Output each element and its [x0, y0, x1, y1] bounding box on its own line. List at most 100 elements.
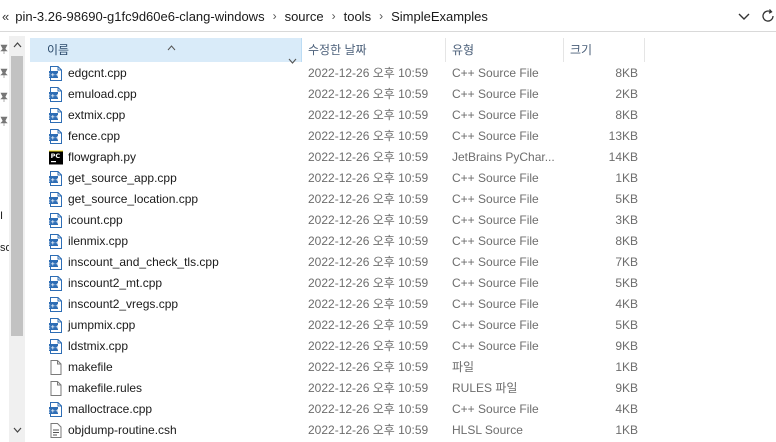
- cpp-file-icon: c++: [47, 192, 63, 207]
- file-type: C++ Source File: [452, 129, 539, 143]
- file-size: 1KB: [615, 360, 638, 374]
- svg-text:c++: c++: [49, 178, 60, 184]
- file-date-modified: 2022-12-26 오후 10:59: [308, 171, 429, 185]
- pin-icon: [0, 44, 8, 54]
- svg-text:c++: c++: [49, 199, 60, 205]
- cpp-file-icon: c++: [47, 108, 63, 123]
- breadcrumb-item-simpleexamples[interactable]: SimpleExamples: [391, 9, 488, 24]
- file-size: 8KB: [615, 234, 638, 248]
- file-type: JetBrains PyChar...: [452, 150, 555, 164]
- svg-text:c++: c++: [49, 220, 60, 226]
- file-size: 13KB: [608, 129, 638, 143]
- file-row[interactable]: c++ extmix.cpp 2022-12-26 오후 10:59 C++ Sour…: [30, 105, 776, 126]
- file-type: C++ Source File: [452, 276, 539, 290]
- file-row[interactable]: c++ inscount2_mt.cpp 2022-12-26 오후 10:59 C+…: [30, 273, 776, 294]
- file-name: get_source_app.cpp: [68, 171, 177, 185]
- refresh-icon[interactable]: [760, 8, 776, 24]
- column-header-size[interactable]: 크기: [564, 38, 645, 62]
- svg-text:c++: c++: [49, 241, 60, 247]
- file-date-modified: 2022-12-26 오후 10:59: [308, 402, 429, 416]
- file-name: edgcnt.cpp: [68, 66, 127, 80]
- file-row[interactable]: objdump-routine.csh 2022-12-26 오후 10:59 HL…: [30, 420, 776, 441]
- file-row[interactable]: makefile 2022-12-26 오후 10:59 파일 1KB: [30, 357, 776, 378]
- file-type: C++ Source File: [452, 318, 539, 332]
- svg-text:c++: c++: [49, 304, 60, 310]
- column-header-row: 이름 수정한 날짜 유형 크기: [30, 36, 776, 64]
- column-header-date[interactable]: 수정한 날짜: [302, 38, 446, 62]
- pin-icon: [0, 92, 8, 102]
- file-date-modified: 2022-12-26 오후 10:59: [308, 108, 429, 122]
- nav-scrollbar[interactable]: [9, 36, 25, 442]
- pin-icon: [0, 68, 8, 78]
- svg-text:c++: c++: [49, 115, 60, 121]
- breadcrumb: « pin-3.26-98690-g1fc9d60e6-clang-window…: [2, 0, 488, 32]
- file-row[interactable]: c++ get_source_location.cpp 2022-12-26 오후 …: [30, 189, 776, 210]
- file-date-modified: 2022-12-26 오후 10:59: [308, 276, 429, 290]
- file-row[interactable]: c++ malloctrace.cpp 2022-12-26 오후 10:59 C++…: [30, 399, 776, 420]
- file-date-modified: 2022-12-26 오후 10:59: [308, 381, 429, 395]
- file-date-modified: 2022-12-26 오후 10:59: [308, 150, 429, 164]
- breadcrumb-chevron-icon[interactable]: ›: [273, 9, 277, 23]
- nav-item-label[interactable]: I: [0, 210, 3, 222]
- breadcrumb-overflow-button[interactable]: «: [2, 9, 9, 24]
- cpp-file-icon: c++: [47, 297, 63, 312]
- file-name: malloctrace.cpp: [68, 402, 153, 416]
- file-row[interactable]: c++ fence.cpp 2022-12-26 오후 10:59 C++ Sourc…: [30, 126, 776, 147]
- file-name: get_source_location.cpp: [68, 192, 199, 206]
- breadcrumb-item-tools[interactable]: tools: [344, 9, 371, 24]
- column-header-type[interactable]: 유형: [446, 38, 564, 62]
- file-row[interactable]: c++ inscount_and_check_tls.cpp 2022-12-26 …: [30, 252, 776, 273]
- address-bar[interactable]: « pin-3.26-98690-g1fc9d60e6-clang-window…: [0, 0, 776, 32]
- file-size: 8KB: [615, 108, 638, 122]
- file-row[interactable]: PC flowgraph.py 2022-12-26 오후 10:59 JetBrai…: [30, 147, 776, 168]
- scroll-down-arrow-icon[interactable]: [9, 421, 25, 439]
- file-row[interactable]: makefile.rules 2022-12-26 오후 10:59 RULES 파…: [30, 378, 776, 399]
- cpp-file-icon: c++: [47, 402, 63, 417]
- file-name: makefile: [68, 360, 113, 374]
- file-size: 4KB: [615, 402, 638, 416]
- file-row[interactable]: c++ inscount2_vregs.cpp 2022-12-26 오후 10:5…: [30, 294, 776, 315]
- file-size: 1KB: [615, 423, 638, 437]
- column-filter-dropdown-icon[interactable]: [288, 48, 297, 64]
- breadcrumb-chevron-icon[interactable]: ›: [379, 9, 383, 23]
- file-row[interactable]: c++ ldstmix.cpp 2022-12-26 오후 10:59 C++ Sou…: [30, 336, 776, 357]
- sort-ascending-icon: [167, 36, 176, 51]
- cpp-file-icon: c++: [47, 129, 63, 144]
- breadcrumb-item-source[interactable]: source: [285, 9, 324, 24]
- scroll-up-arrow-icon[interactable]: [9, 36, 25, 54]
- svg-text:c++: c++: [49, 325, 60, 331]
- file-date-modified: 2022-12-26 오후 10:59: [308, 129, 429, 143]
- address-history-dropdown-icon[interactable]: [736, 8, 752, 24]
- file-type: C++ Source File: [452, 255, 539, 269]
- breadcrumb-item-root[interactable]: pin-3.26-98690-g1fc9d60e6-clang-windows: [15, 9, 264, 24]
- file-size: 5KB: [615, 276, 638, 290]
- file-name: extmix.cpp: [68, 108, 126, 122]
- scrollbar-thumb[interactable]: [11, 56, 23, 336]
- file-row[interactable]: c++ edgcnt.cpp 2022-12-26 오후 10:59 C++ Sour…: [30, 63, 776, 84]
- file-row[interactable]: c++ get_source_app.cpp 2022-12-26 오후 10:59…: [30, 168, 776, 189]
- svg-text:c++: c++: [49, 262, 60, 268]
- svg-text:c++: c++: [49, 409, 60, 415]
- file-type: C++ Source File: [452, 108, 539, 122]
- breadcrumb-chevron-icon[interactable]: ›: [332, 9, 336, 23]
- file-date-modified: 2022-12-26 오후 10:59: [308, 87, 429, 101]
- blank-file-icon: [49, 381, 63, 396]
- file-name: inscount2_mt.cpp: [68, 276, 163, 290]
- file-type: C++ Source File: [452, 339, 539, 353]
- cpp-file-icon: c++: [47, 66, 63, 81]
- file-date-modified: 2022-12-26 오후 10:59: [308, 360, 429, 374]
- file-name: jumpmix.cpp: [68, 318, 136, 332]
- file-date-modified: 2022-12-26 오후 10:59: [308, 318, 429, 332]
- column-header-name[interactable]: 이름: [30, 36, 302, 64]
- file-row[interactable]: c++ icount.cpp 2022-12-26 오후 10:59 C++ Sour…: [30, 210, 776, 231]
- file-row[interactable]: c++ ilenmix.cpp 2022-12-26 오후 10:59 C++ Sou…: [30, 231, 776, 252]
- file-size: 14KB: [608, 150, 638, 164]
- file-row[interactable]: c++ jumpmix.cpp 2022-12-26 오후 10:59 C++ Sou…: [30, 315, 776, 336]
- svg-text:c++: c++: [49, 346, 60, 352]
- column-header-name-label: 이름: [47, 43, 70, 57]
- blank-file-icon: [49, 360, 63, 375]
- file-row[interactable]: c++ emuload.cpp 2022-12-26 오후 10:59 C++ Sou…: [30, 84, 776, 105]
- file-date-modified: 2022-12-26 오후 10:59: [308, 192, 429, 206]
- file-name: inscount_and_check_tls.cpp: [68, 255, 219, 269]
- file-name: fence.cpp: [68, 129, 121, 143]
